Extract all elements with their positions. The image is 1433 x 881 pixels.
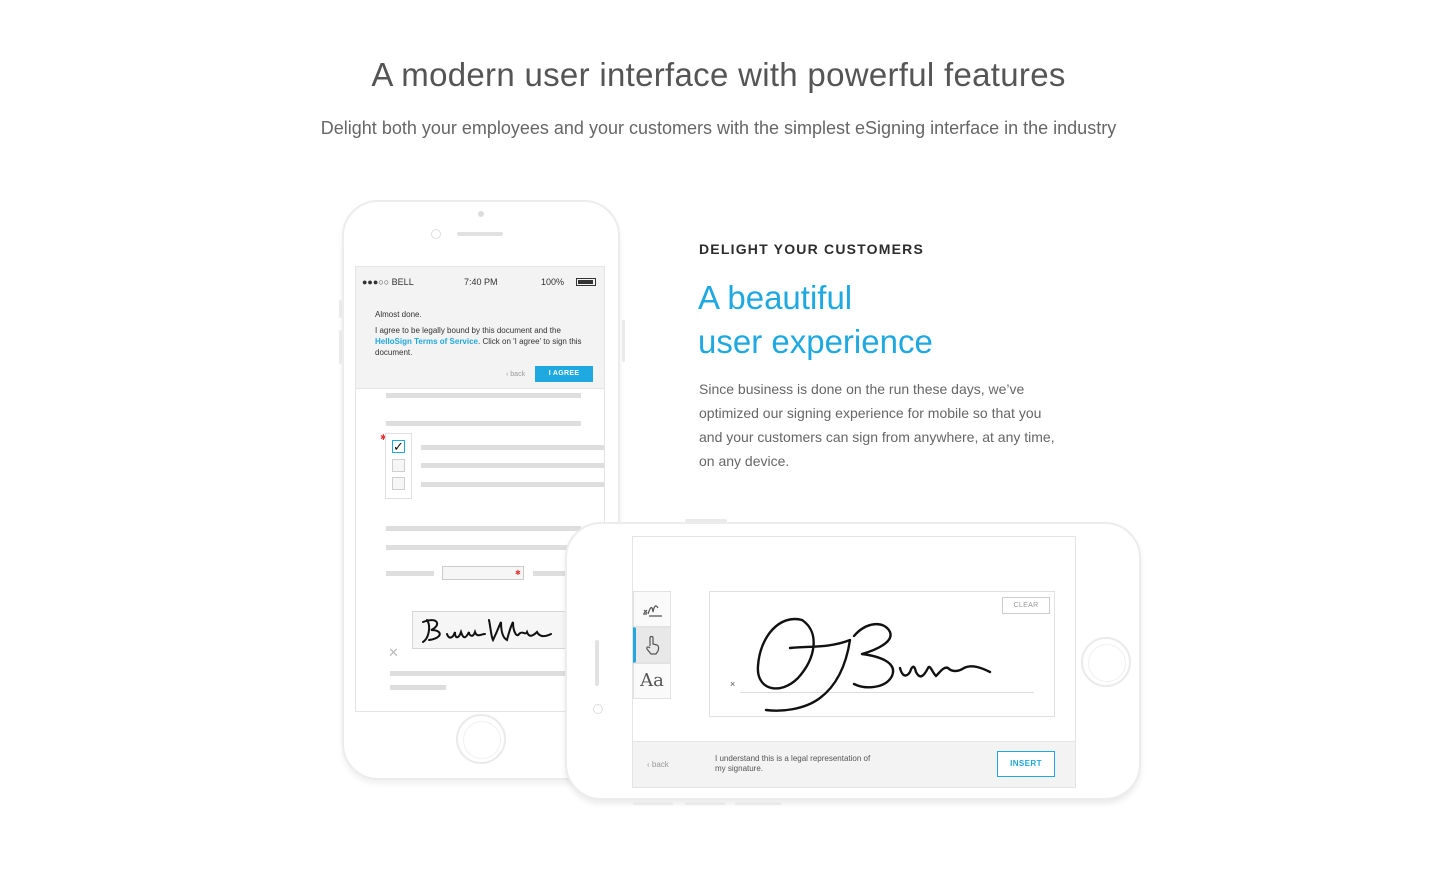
- back-label: back: [651, 760, 669, 769]
- agreement-title: Almost done.: [375, 310, 422, 319]
- insert-button[interactable]: INSERT: [997, 751, 1055, 777]
- sensor-icon: [431, 229, 441, 239]
- terms-link[interactable]: HelloSign Terms of Service: [375, 337, 478, 346]
- section-subheadline: Delight both your employees and your cus…: [320, 118, 1117, 138]
- document-line: [421, 482, 604, 487]
- feature-eyebrow: DELIGHT YOUR CUSTOMERS: [699, 241, 925, 257]
- required-marker-icon: ✱: [515, 570, 521, 577]
- feature-description: Since business is done on the run these …: [699, 381, 1055, 469]
- legal-note: I understand this is a legal representat…: [715, 754, 871, 773]
- home-button: [1081, 637, 1131, 687]
- volume-button: [685, 802, 725, 805]
- type-tool-button[interactable]: Aa: [633, 663, 671, 699]
- landscape-screen: Aa CLEAR × ‹ back I understand this is a…: [632, 536, 1076, 788]
- feature-title: A beautiful user experience: [698, 276, 933, 364]
- document-line: [421, 445, 604, 450]
- feature-title-line-2: user experience: [698, 323, 933, 360]
- document-line: [386, 571, 434, 576]
- battery-percent: 100%: [541, 277, 565, 287]
- mute-switch: [735, 802, 781, 805]
- agreement-panel: Almost done. I agree to be legally bound…: [356, 297, 604, 389]
- speaker-grille: [595, 640, 599, 686]
- document-line: [386, 526, 581, 531]
- signature-footer: ‹ back I understand this is a legal repr…: [633, 741, 1075, 787]
- signature-scribble-icon: [422, 619, 552, 643]
- signature-pad[interactable]: CLEAR ×: [709, 591, 1055, 717]
- status-bar: ●●●○○ BELL 7:40 PM 100%: [356, 267, 604, 297]
- landscape-phone-mockup: Aa CLEAR × ‹ back I understand this is a…: [565, 519, 1141, 805]
- volume-up-button: [339, 330, 342, 364]
- back-link[interactable]: ‹ back: [647, 760, 669, 769]
- power-button: [622, 320, 625, 362]
- signature-field[interactable]: [412, 611, 572, 649]
- i-agree-button[interactable]: I AGREE: [535, 366, 593, 382]
- text-field[interactable]: ✱: [442, 566, 524, 580]
- sign-here-x-icon: ×: [730, 679, 736, 689]
- agreement-text-start: I agree to be legally bound by this docu…: [375, 326, 561, 335]
- power-button: [685, 519, 727, 522]
- speaker-grille: [457, 232, 503, 236]
- back-link[interactable]: ‹ back: [506, 369, 525, 380]
- touch-tool-button[interactable]: [633, 627, 671, 663]
- section-headline: A modern user interface with powerful fe…: [371, 56, 1066, 93]
- volume-button: [633, 802, 673, 805]
- feature-title-line-1: A beautiful: [698, 279, 853, 316]
- document-line: [386, 421, 581, 426]
- home-button: [456, 714, 506, 764]
- document-line: [386, 393, 581, 398]
- battery-icon: [576, 278, 596, 286]
- agreement-text: I agree to be legally bound by this docu…: [375, 325, 595, 358]
- document-line: [421, 463, 604, 468]
- carrier-label: ●●●○○ BELL: [362, 277, 414, 287]
- draw-tool-button[interactable]: [633, 591, 671, 627]
- document-line: [386, 545, 581, 550]
- document-line: [390, 685, 446, 690]
- sign-here-x-icon: ✕: [388, 645, 399, 660]
- sensor-icon: [593, 704, 603, 714]
- drawn-signature-icon: [756, 617, 992, 712]
- mute-switch: [339, 300, 342, 318]
- checkbox-empty[interactable]: [392, 477, 405, 490]
- hand-pointer-icon: [646, 635, 660, 655]
- checkbox-checked[interactable]: ✓: [392, 440, 405, 453]
- checkbox-empty[interactable]: [392, 459, 405, 472]
- document-line: [390, 671, 575, 676]
- camera-icon: [478, 211, 484, 217]
- draw-signature-icon: [643, 605, 662, 617]
- clock-label: 7:40 PM: [464, 277, 498, 287]
- back-label: back: [510, 371, 526, 378]
